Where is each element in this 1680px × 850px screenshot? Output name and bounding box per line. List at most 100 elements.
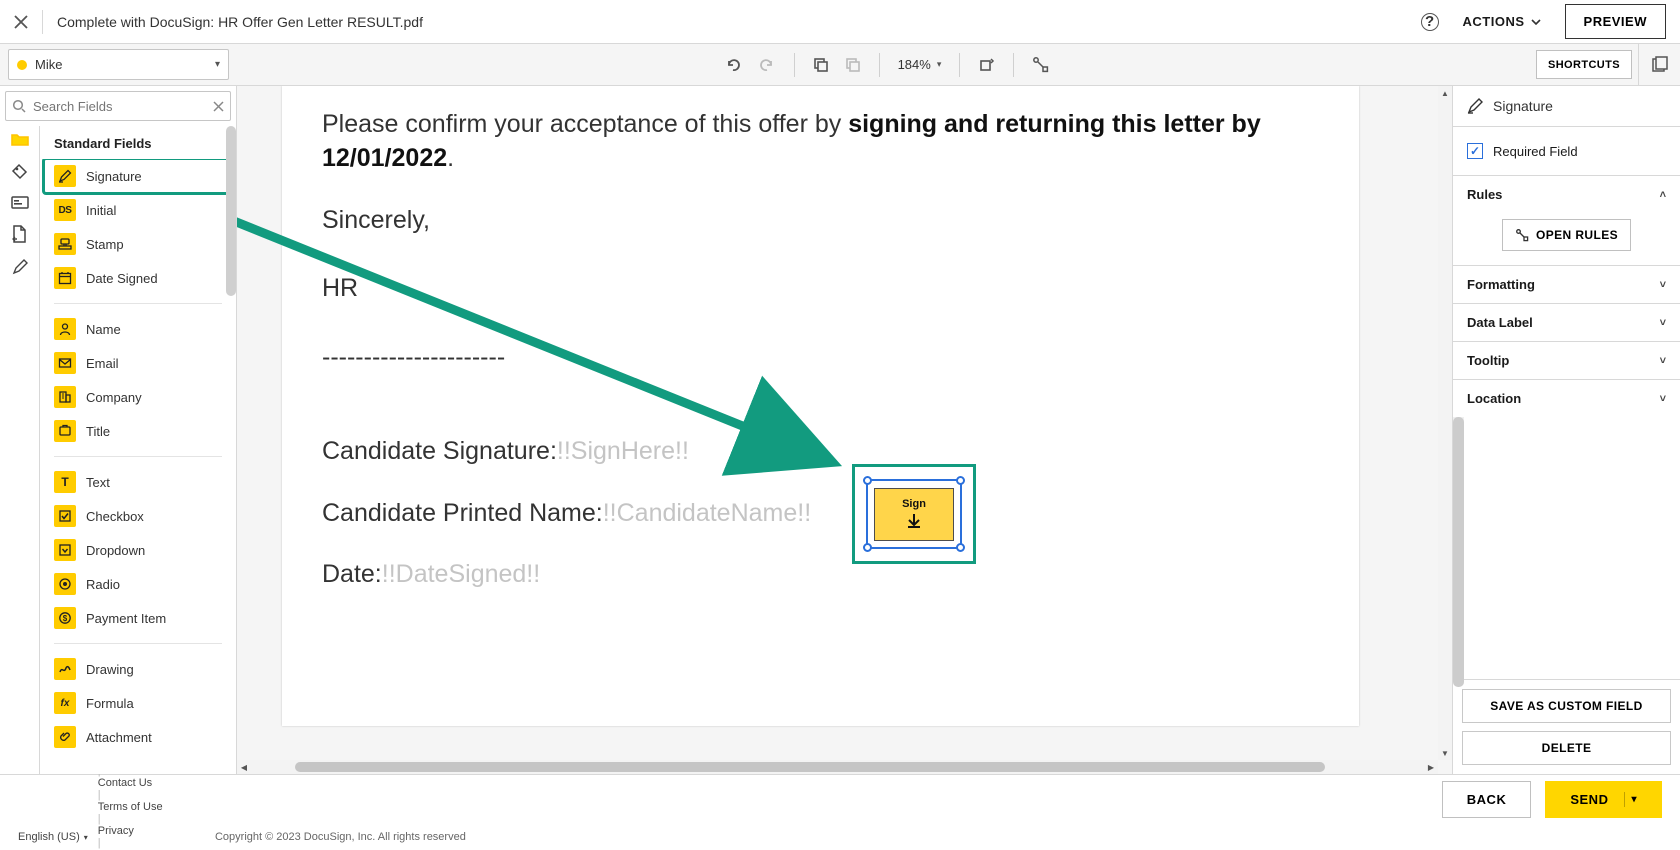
fields-scrollbar[interactable] [226,126,236,774]
field-item-label: Drawing [86,662,134,677]
footer-link-privacy[interactable]: Privacy [98,825,195,837]
field-item-initial[interactable]: DSInitial [44,193,232,227]
zoom-value: 184% [898,57,931,72]
document-icon [12,225,27,243]
field-item-date_signed[interactable]: Date Signed [44,261,232,295]
paste-button[interactable] [845,57,861,73]
footer-link-terms-of-use[interactable]: Terms of Use [98,801,195,813]
field-item-label: Payment Item [86,611,166,626]
undo-icon [724,56,742,74]
required-field-toggle[interactable]: ✓ Required Field [1453,127,1680,175]
field-item-checkbox[interactable]: Checkbox [44,499,232,533]
field-item-radio[interactable]: Radio [44,567,232,601]
zoom-control[interactable]: 184%▾ [898,57,942,72]
document-canvas[interactable]: Please confirm your acceptance of this o… [237,86,1452,774]
close-icon [14,15,28,29]
chevron-down-icon: ˅ [1660,393,1666,405]
section-header-data-label[interactable]: Data Label˅ [1453,304,1680,341]
resize-handle-tr[interactable] [956,476,965,485]
scroll-thumb[interactable] [295,762,1325,772]
signature-field-tag[interactable]: Sign [866,479,962,549]
document-page: Please confirm your acceptance of this o… [282,86,1359,726]
section-header-tooltip[interactable]: Tooltip ˅ [1453,342,1680,379]
chevron-down-icon[interactable]: ▾ [1615,794,1637,805]
preview-button[interactable]: PREVIEW [1565,4,1666,39]
field-group-separator [54,643,222,644]
inspector-scroll-thumb[interactable] [1453,417,1464,687]
nav-footer: BACK SEND ▾ [0,774,1680,824]
scroll-left-icon[interactable]: ◀ [237,760,251,774]
inspector-scroll-track[interactable] [1453,417,1680,679]
chevron-down-icon: ˅ [1660,355,1666,367]
close-button[interactable] [14,15,28,29]
actions-menu[interactable]: ACTIONS [1453,14,1551,29]
rules-button[interactable] [1032,56,1049,73]
field-item-stamp[interactable]: Stamp [44,227,232,261]
title-icon [54,420,76,442]
open-rules-button[interactable]: OPEN RULES [1502,219,1631,251]
field-item-title[interactable]: Title [44,414,232,448]
canvas-vertical-scrollbar[interactable]: ▲ ▼ [1438,86,1452,760]
field-item-signature[interactable]: Signature [44,159,232,193]
section-header-location[interactable]: Location˅ [1453,380,1680,417]
recipient-selector[interactable]: Mike ▾ [8,49,229,80]
scroll-right-icon[interactable]: ▶ [1424,760,1438,774]
rail-document[interactable] [12,225,27,243]
email-icon [54,352,76,374]
field-item-attachment[interactable]: Attachment [44,720,232,754]
field-item-label: Dropdown [86,543,145,558]
doc-text: HR [322,274,358,302]
checkbox-checked-icon: ✓ [1467,143,1483,159]
send-button[interactable]: SEND ▾ [1545,781,1662,818]
field-item-email[interactable]: Email [44,346,232,380]
doc-token-candidate-name: !!CandidateName!! [603,499,811,527]
inspector-section-tooltip: Tooltip ˅ [1453,341,1680,379]
field-item-payment[interactable]: $Payment Item [44,601,232,635]
panel-toggle[interactable] [1638,44,1680,85]
section-header-formatting[interactable]: Formatting˅ [1453,266,1680,303]
back-button[interactable]: BACK [1442,781,1532,818]
doc-token-sign-here: !!SignHere!! [557,437,689,465]
rotate-icon [978,56,995,73]
field-item-name[interactable]: Name [44,312,232,346]
language-selector[interactable]: English (US)▾ [18,831,88,843]
open-rules-label: OPEN RULES [1536,228,1618,242]
fields-header: Standard Fields [40,126,236,159]
undo-button[interactable] [724,56,742,74]
field-item-text[interactable]: TText [44,465,232,499]
drawing-icon [54,658,76,680]
rail-standard-fields[interactable] [11,132,29,147]
date_signed-icon [54,267,76,289]
name-icon [54,318,76,340]
field-item-formula[interactable]: fxFormula [44,686,232,720]
field-item-dropdown[interactable]: Dropdown [44,533,232,567]
rail-merge-fields[interactable] [11,196,29,209]
scroll-up-icon[interactable]: ▲ [1438,86,1452,100]
help-button[interactable]: ? [1421,13,1439,31]
fields-list-panel: Standard Fields SignatureDSInitialStampD… [40,126,236,774]
delete-field-button[interactable]: DELETE [1462,731,1671,765]
shortcuts-button[interactable]: SHORTCUTS [1536,50,1632,79]
section-header-rules[interactable]: Rules ˄ [1453,176,1680,213]
search-input[interactable] [33,99,206,114]
field-item-company[interactable]: Company [44,380,232,414]
field-item-drawing[interactable]: Drawing [44,652,232,686]
doc-divider-dashes: ---------------------- [322,341,1319,375]
scroll-down-icon[interactable]: ▼ [1438,746,1452,760]
redo-button[interactable] [758,56,776,74]
save-as-custom-field-button[interactable]: SAVE AS CUSTOM FIELD [1462,689,1671,723]
canvas-horizontal-scrollbar[interactable]: ◀ ▶ [237,760,1438,774]
attachment-icon [54,726,76,748]
rail-custom-fields[interactable] [11,163,28,180]
section-title: Tooltip [1467,353,1509,368]
footer-link-contact-us[interactable]: Contact Us [98,777,195,789]
resize-handle-tl[interactable] [863,476,872,485]
copy-button[interactable] [813,57,829,73]
rail-edit[interactable] [12,259,28,275]
resize-handle-bl[interactable] [863,543,872,552]
app-header: Complete with DocuSign: HR Offer Gen Let… [0,0,1680,44]
clear-search-button[interactable] [213,101,224,112]
resize-handle-br[interactable] [956,543,965,552]
inspector-section-location: Location˅ [1453,379,1680,417]
rotate-button[interactable] [978,56,995,73]
